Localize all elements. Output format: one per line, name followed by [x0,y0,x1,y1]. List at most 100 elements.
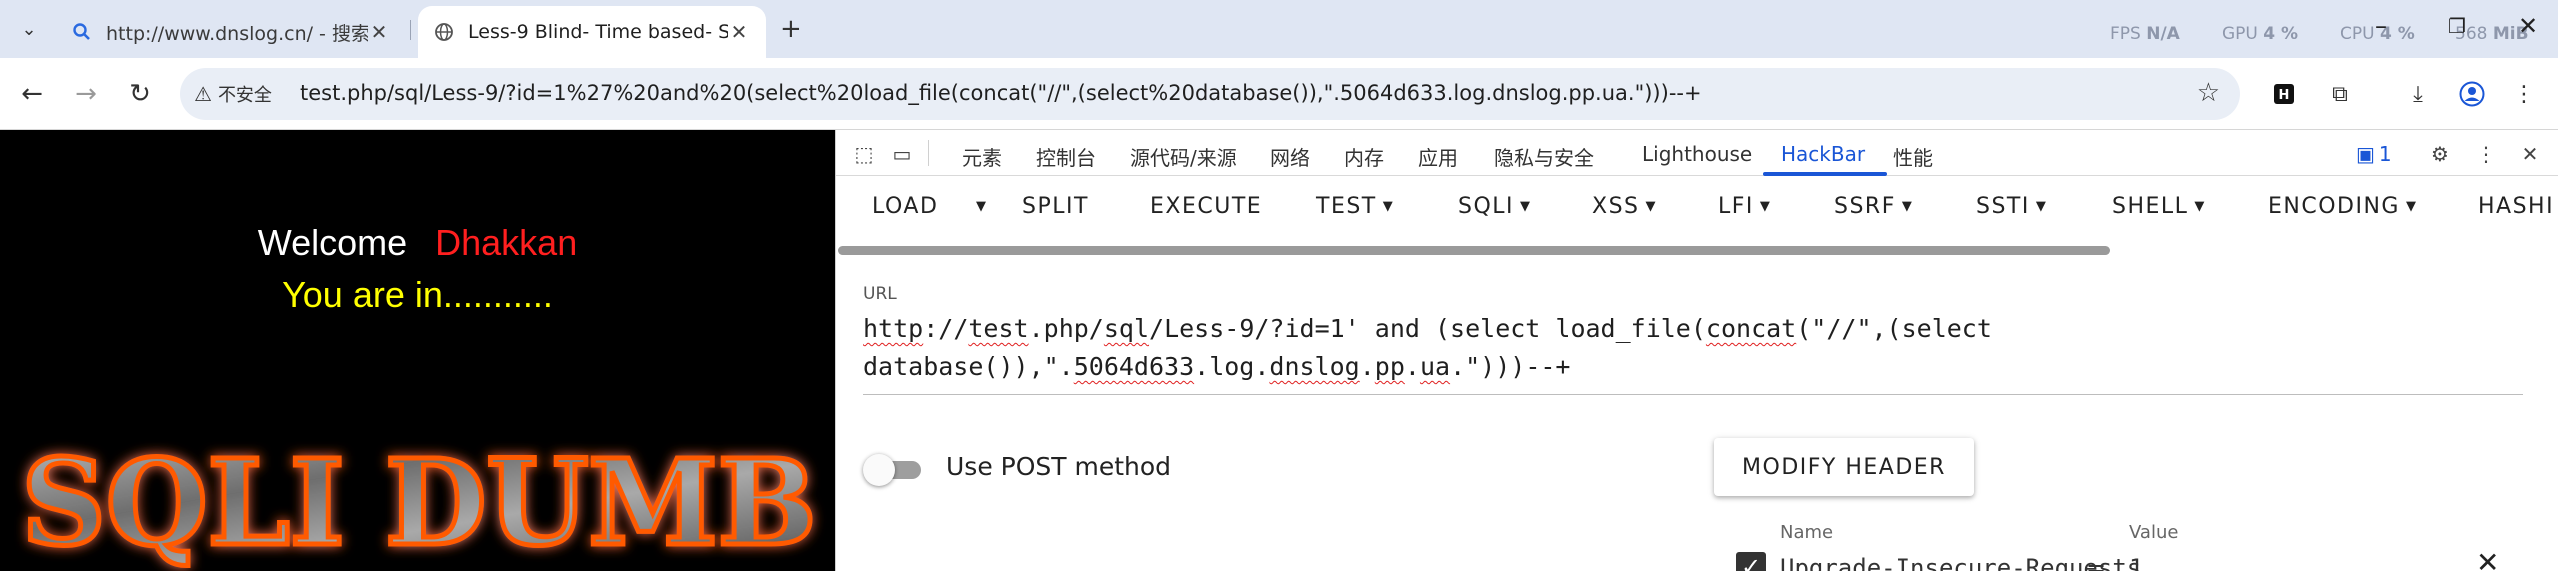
restore-icon: ❐ [2448,14,2466,38]
caret-down-icon: ▼ [2194,199,2206,214]
caret-down-icon: ▼ [1382,199,1395,214]
extensions-puzzle-icon[interactable]: ⧉ [2322,76,2358,112]
test-menu[interactable]: TEST ▼ [1316,194,1394,219]
check-icon: ✓ [1740,553,1762,571]
back-button[interactable]: ← [14,76,50,112]
tab-search-button[interactable]: ⌄ [14,14,44,44]
welcome-line: Welcome Dhakkan [0,222,835,264]
reload-button[interactable]: ↻ [122,76,158,112]
hackbar-extension-icon[interactable]: H [2266,76,2302,112]
toggle-knob [863,454,895,486]
forward-button[interactable]: → [68,76,104,112]
divider [928,140,929,166]
globe-icon [434,22,454,42]
header-value-column: Value [2129,522,2179,543]
caret-down-icon: ▼ [1520,199,1532,214]
restore-button[interactable]: ❐ [2448,14,2466,38]
arrow-left-icon: ← [21,79,43,109]
message-icon: ▣ [2356,142,2375,166]
tab-elements[interactable]: 元素 [962,142,1002,171]
fps-meter: FPS N/A [2110,24,2180,44]
warning-icon: ⚠ [194,82,212,106]
search-icon [72,22,92,42]
caret-down-icon: ▼ [1901,199,1914,214]
kebab-menu-icon[interactable]: ⋮ [2472,140,2500,168]
reload-icon: ↻ [129,79,151,109]
gpu-meter: GPU 4 % [2222,24,2299,44]
bookmark-star-icon[interactable]: ☆ [2197,78,2220,108]
ssrf-menu[interactable]: SSRF ▼ [1834,194,1913,219]
modify-header-button[interactable]: MODIFY HEADER [1714,438,1974,496]
header-name-column: Name [1780,522,1834,543]
tab-dnslog[interactable]: http://www.dnslog.cn/ - 搜索 ✕ [56,6,406,58]
profile-avatar-icon[interactable] [2454,76,2490,112]
url-field-underline [863,394,2523,395]
lfi-menu[interactable]: LFI ▼ [1718,194,1771,219]
tab-console[interactable]: 控制台 [1036,142,1096,171]
execute-button[interactable]: EXECUTE [1150,194,1262,219]
tab-separator [410,20,411,40]
device-toolbar-icon[interactable]: ▭ [888,140,916,168]
sqli-dumb-logo: SQLI DUMB [12,426,827,571]
close-icon: ✕ [2476,546,2500,571]
tab-privacy-security[interactable]: 隐私与安全 [1494,142,1594,171]
welcome-text: Welcome [257,222,408,263]
logo-text: SQLI DUMB [22,433,817,571]
tab-performance[interactable]: 性能 [1893,142,1933,171]
new-tab-button[interactable]: + [780,14,802,44]
close-icon: ✕ [2518,12,2539,40]
chevron-down-icon: ⌄ [21,18,37,40]
close-window-button[interactable]: ✕ [2518,12,2538,40]
security-indicator[interactable]: ⚠ 不安全 [194,80,272,108]
browser-toolbar: ← → ↻ ⚠ 不安全 test.php/sql/Less-9/?id=1%27… [0,58,2558,130]
ssti-menu[interactable]: SSTI ▼ [1976,194,2047,219]
tab-lighthouse[interactable]: Lighthouse [1642,142,1752,166]
encoding-menu[interactable]: ENCODING ▼ [2268,194,2417,219]
download-icon[interactable]: ⤓ [2400,76,2436,112]
caret-down-icon: ▼ [2035,199,2048,214]
header-value-input[interactable]: 1 [2129,554,2143,571]
tab-hackbar[interactable]: HackBar [1781,142,1865,166]
devtools-tabbar: ⬚ ▭ 元素 控制台 源代码/来源 网络 内存 应用 隐私与安全 Lightho… [836,130,2558,176]
url-label: URL [863,284,897,304]
hashing-menu[interactable]: HASHI [2478,194,2554,219]
arrow-right-icon: → [75,79,97,109]
caret-down-icon: ▼ [1759,199,1772,214]
tab-title: Less-9 Blind- Time based- Single Quotes-… [468,21,728,43]
header-enabled-checkbox[interactable]: ✓ [1736,552,1766,571]
tab-application[interactable]: 应用 [1418,142,1458,171]
web-page-viewport: Welcome Dhakkan You are in........... SQL… [0,130,835,571]
inspect-element-icon[interactable]: ⬚ [850,140,878,168]
status-message: You are in........... [282,274,553,315]
load-button[interactable]: LOAD [872,194,938,219]
tab-network[interactable]: 网络 [1270,142,1310,171]
sqli-menu[interactable]: SQLI ▼ [1458,194,1532,219]
kebab-menu-icon[interactable]: ⋮ [2506,76,2542,112]
split-button[interactable]: SPLIT [1022,194,1089,219]
url-text[interactable]: test.php/sql/Less-9/?id=1%27%20and%20(se… [300,81,1702,105]
svg-text:H: H [2279,88,2290,103]
remove-header-button[interactable]: ✕ [2476,546,2499,571]
url-textarea[interactable]: http://test.php/sql/Less-9/?id=1' and (s… [863,310,2523,386]
tab-memory[interactable]: 内存 [1344,142,1384,171]
issues-counter[interactable]: ▣ 1 [2356,142,2392,166]
close-icon[interactable]: ✕ [368,20,390,44]
tab-sources[interactable]: 源代码/来源 [1130,142,1237,171]
caret-down-icon: ▼ [2405,199,2418,214]
xss-menu[interactable]: XSS ▼ [1592,194,1657,219]
caret-down-icon: ▼ [976,199,988,214]
minimize-icon: – [2375,12,2387,40]
plus-icon: + [780,14,802,44]
tab-less9[interactable]: Less-9 Blind- Time based- Single Quotes-… [418,6,766,58]
minimize-button[interactable]: – [2375,12,2387,40]
load-dropdown-caret[interactable]: ▼ [970,194,988,219]
close-icon[interactable]: ✕ [2516,140,2544,168]
address-bar[interactable]: ⚠ 不安全 test.php/sql/Less-9/?id=1%27%20and… [180,68,2240,120]
devtools-panel: ⬚ ▭ 元素 控制台 源代码/来源 网络 内存 应用 隐私与安全 Lightho… [835,130,2558,571]
tab-title: http://www.dnslog.cn/ - 搜索 [106,22,368,45]
shell-menu[interactable]: SHELL ▼ [2112,194,2206,219]
gear-icon[interactable]: ⚙ [2426,140,2454,168]
close-icon[interactable]: ✕ [728,20,750,44]
horizontal-scrollbar[interactable] [838,246,2110,255]
post-method-toggle[interactable] [863,452,927,486]
